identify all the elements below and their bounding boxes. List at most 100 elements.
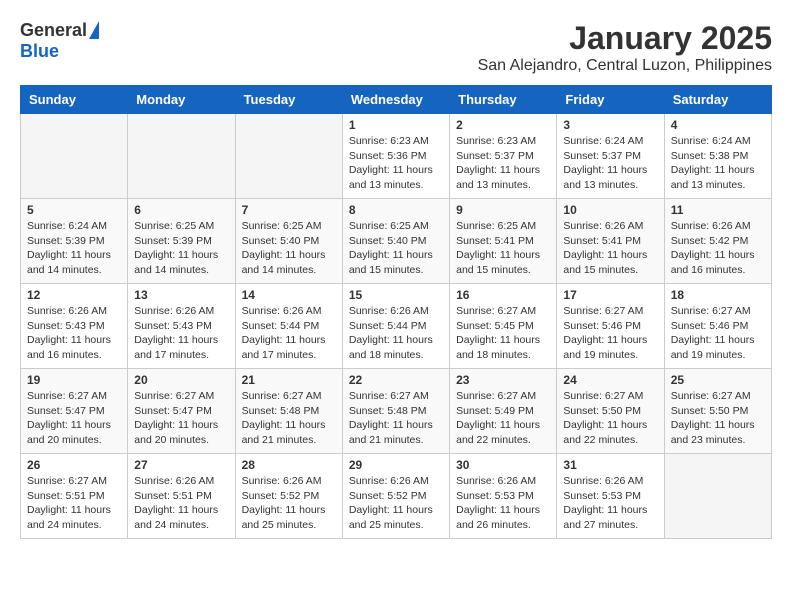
day-header-thursday: Thursday xyxy=(450,86,557,114)
day-info: Sunrise: 6:26 AM Sunset: 5:53 PM Dayligh… xyxy=(563,474,657,533)
calendar-cell: 25Sunrise: 6:27 AM Sunset: 5:50 PM Dayli… xyxy=(664,369,771,454)
calendar-cell: 7 Sunrise: 6:25 AM Sunset: 5:40 PM Daylig… xyxy=(235,199,342,284)
day-info: Sunrise: 6:26 AM Sunset: 5:43 PM Dayligh… xyxy=(134,304,228,363)
day-info: Sunrise: 6:27 AM Sunset: 5:45 PM Dayligh… xyxy=(456,304,550,363)
day-number: 8 xyxy=(349,203,443,217)
calendar-cell: 31 Sunrise: 6:26 AM Sunset: 5:53 PM Dayli… xyxy=(557,454,664,539)
day-info: Sunrise: 6:26 AM Sunset: 5:44 PM Dayligh… xyxy=(242,304,336,363)
day-info: Sunrise: 6:25 AM Sunset: 5:40 PM Dayligh… xyxy=(349,219,443,278)
day-number: 31 xyxy=(563,458,657,472)
calendar-cell: 1Sunrise: 6:23 AM Sunset: 5:36 PM Daylig… xyxy=(342,114,449,199)
day-info: Sunrise: 6:27 AM Sunset: 5:46 PM Dayligh… xyxy=(563,304,657,363)
day-number: 7 xyxy=(242,203,336,217)
calendar-cell: 24 Sunrise: 6:27 AM Sunset: 5:50 PM Dayli… xyxy=(557,369,664,454)
calendar-cell: 20Sunrise: 6:27 AM Sunset: 5:47 PM Dayli… xyxy=(128,369,235,454)
calendar-cell: 13 Sunrise: 6:26 AM Sunset: 5:43 PM Dayli… xyxy=(128,284,235,369)
day-info: Sunrise: 6:26 AM Sunset: 5:52 PM Dayligh… xyxy=(349,474,443,533)
calendar-cell: 15Sunrise: 6:26 AM Sunset: 5:44 PM Dayli… xyxy=(342,284,449,369)
calendar-cell: 26 Sunrise: 6:27 AM Sunset: 5:51 PM Dayli… xyxy=(21,454,128,539)
day-number: 17 xyxy=(563,288,657,302)
day-number: 11 xyxy=(671,203,765,217)
calendar-cell: 17 Sunrise: 6:27 AM Sunset: 5:46 PM Dayli… xyxy=(557,284,664,369)
day-number: 13 xyxy=(134,288,228,302)
day-number: 15 xyxy=(349,288,443,302)
week-row-5: 26 Sunrise: 6:27 AM Sunset: 5:51 PM Dayli… xyxy=(21,454,772,539)
calendar-table: SundayMondayTuesdayWednesdayThursdayFrid… xyxy=(20,85,772,539)
calendar-cell: 6Sunrise: 6:25 AM Sunset: 5:39 PM Daylig… xyxy=(128,199,235,284)
day-header-tuesday: Tuesday xyxy=(235,86,342,114)
day-info: Sunrise: 6:26 AM Sunset: 5:43 PM Dayligh… xyxy=(27,304,121,363)
day-info: Sunrise: 6:27 AM Sunset: 5:46 PM Dayligh… xyxy=(671,304,765,363)
logo-blue: Blue xyxy=(20,41,59,62)
calendar-cell: 22 Sunrise: 6:27 AM Sunset: 5:48 PM Dayli… xyxy=(342,369,449,454)
day-number: 27 xyxy=(134,458,228,472)
calendar-cell: 18 Sunrise: 6:27 AM Sunset: 5:46 PM Dayli… xyxy=(664,284,771,369)
page-header: General Blue January 2025 San Alejandro,… xyxy=(20,20,772,75)
day-info: Sunrise: 6:26 AM Sunset: 5:51 PM Dayligh… xyxy=(134,474,228,533)
calendar-cell: 30 Sunrise: 6:26 AM Sunset: 5:53 PM Dayli… xyxy=(450,454,557,539)
day-header-saturday: Saturday xyxy=(664,86,771,114)
day-number: 22 xyxy=(349,373,443,387)
calendar-cell: 21 Sunrise: 6:27 AM Sunset: 5:48 PM Dayli… xyxy=(235,369,342,454)
day-number: 5 xyxy=(27,203,121,217)
day-info: Sunrise: 6:27 AM Sunset: 5:47 PM Dayligh… xyxy=(27,389,121,448)
week-row-1: 1Sunrise: 6:23 AM Sunset: 5:36 PM Daylig… xyxy=(21,114,772,199)
calendar-cell xyxy=(664,454,771,539)
calendar-cell: 12 Sunrise: 6:26 AM Sunset: 5:43 PM Dayli… xyxy=(21,284,128,369)
week-row-4: 19 Sunrise: 6:27 AM Sunset: 5:47 PM Dayli… xyxy=(21,369,772,454)
day-number: 9 xyxy=(456,203,550,217)
day-info: Sunrise: 6:26 AM Sunset: 5:41 PM Dayligh… xyxy=(563,219,657,278)
day-number: 20 xyxy=(134,373,228,387)
calendar-cell: 28 Sunrise: 6:26 AM Sunset: 5:52 PM Dayli… xyxy=(235,454,342,539)
day-number: 12 xyxy=(27,288,121,302)
calendar-cell: 8 Sunrise: 6:25 AM Sunset: 5:40 PM Daylig… xyxy=(342,199,449,284)
day-number: 19 xyxy=(27,373,121,387)
logo: General Blue xyxy=(20,20,99,62)
calendar-cell: 4 Sunrise: 6:24 AM Sunset: 5:38 PM Daylig… xyxy=(664,114,771,199)
day-number: 28 xyxy=(242,458,336,472)
week-row-2: 5 Sunrise: 6:24 AM Sunset: 5:39 PM Daylig… xyxy=(21,199,772,284)
day-info: Sunrise: 6:27 AM Sunset: 5:51 PM Dayligh… xyxy=(27,474,121,533)
day-number: 2 xyxy=(456,118,550,132)
calendar-cell: 10Sunrise: 6:26 AM Sunset: 5:41 PM Dayli… xyxy=(557,199,664,284)
day-number: 1 xyxy=(349,118,443,132)
day-header-monday: Monday xyxy=(128,86,235,114)
day-info: Sunrise: 6:23 AM Sunset: 5:37 PM Dayligh… xyxy=(456,134,550,193)
day-info: Sunrise: 6:25 AM Sunset: 5:41 PM Dayligh… xyxy=(456,219,550,278)
day-number: 4 xyxy=(671,118,765,132)
day-info: Sunrise: 6:27 AM Sunset: 5:48 PM Dayligh… xyxy=(349,389,443,448)
day-header-friday: Friday xyxy=(557,86,664,114)
day-info: Sunrise: 6:26 AM Sunset: 5:53 PM Dayligh… xyxy=(456,474,550,533)
main-title: January 2025 xyxy=(478,20,772,57)
day-info: Sunrise: 6:27 AM Sunset: 5:48 PM Dayligh… xyxy=(242,389,336,448)
logo-general: General xyxy=(20,20,87,41)
calendar-cell xyxy=(235,114,342,199)
day-info: Sunrise: 6:25 AM Sunset: 5:40 PM Dayligh… xyxy=(242,219,336,278)
day-number: 6 xyxy=(134,203,228,217)
calendar-cell xyxy=(21,114,128,199)
day-info: Sunrise: 6:26 AM Sunset: 5:52 PM Dayligh… xyxy=(242,474,336,533)
calendar-cell xyxy=(128,114,235,199)
day-number: 26 xyxy=(27,458,121,472)
day-number: 24 xyxy=(563,373,657,387)
calendar-cell: 5 Sunrise: 6:24 AM Sunset: 5:39 PM Daylig… xyxy=(21,199,128,284)
day-number: 30 xyxy=(456,458,550,472)
calendar-cell: 2 Sunrise: 6:23 AM Sunset: 5:37 PM Daylig… xyxy=(450,114,557,199)
calendar-cell: 27 Sunrise: 6:26 AM Sunset: 5:51 PM Dayli… xyxy=(128,454,235,539)
calendar-cell: 9 Sunrise: 6:25 AM Sunset: 5:41 PM Daylig… xyxy=(450,199,557,284)
day-info: Sunrise: 6:27 AM Sunset: 5:50 PM Dayligh… xyxy=(671,389,765,448)
day-number: 18 xyxy=(671,288,765,302)
day-info: Sunrise: 6:27 AM Sunset: 5:50 PM Dayligh… xyxy=(563,389,657,448)
logo-triangle-icon xyxy=(89,21,99,39)
week-row-3: 12 Sunrise: 6:26 AM Sunset: 5:43 PM Dayli… xyxy=(21,284,772,369)
day-info: Sunrise: 6:24 AM Sunset: 5:39 PM Dayligh… xyxy=(27,219,121,278)
day-number: 21 xyxy=(242,373,336,387)
day-number: 23 xyxy=(456,373,550,387)
calendar-cell: 16Sunrise: 6:27 AM Sunset: 5:45 PM Dayli… xyxy=(450,284,557,369)
title-section: January 2025 San Alejandro, Central Luzo… xyxy=(478,20,772,75)
calendar-cell: 29Sunrise: 6:26 AM Sunset: 5:52 PM Dayli… xyxy=(342,454,449,539)
calendar-cell: 14 Sunrise: 6:26 AM Sunset: 5:44 PM Dayli… xyxy=(235,284,342,369)
day-number: 3 xyxy=(563,118,657,132)
day-number: 14 xyxy=(242,288,336,302)
day-info: Sunrise: 6:24 AM Sunset: 5:38 PM Dayligh… xyxy=(671,134,765,193)
